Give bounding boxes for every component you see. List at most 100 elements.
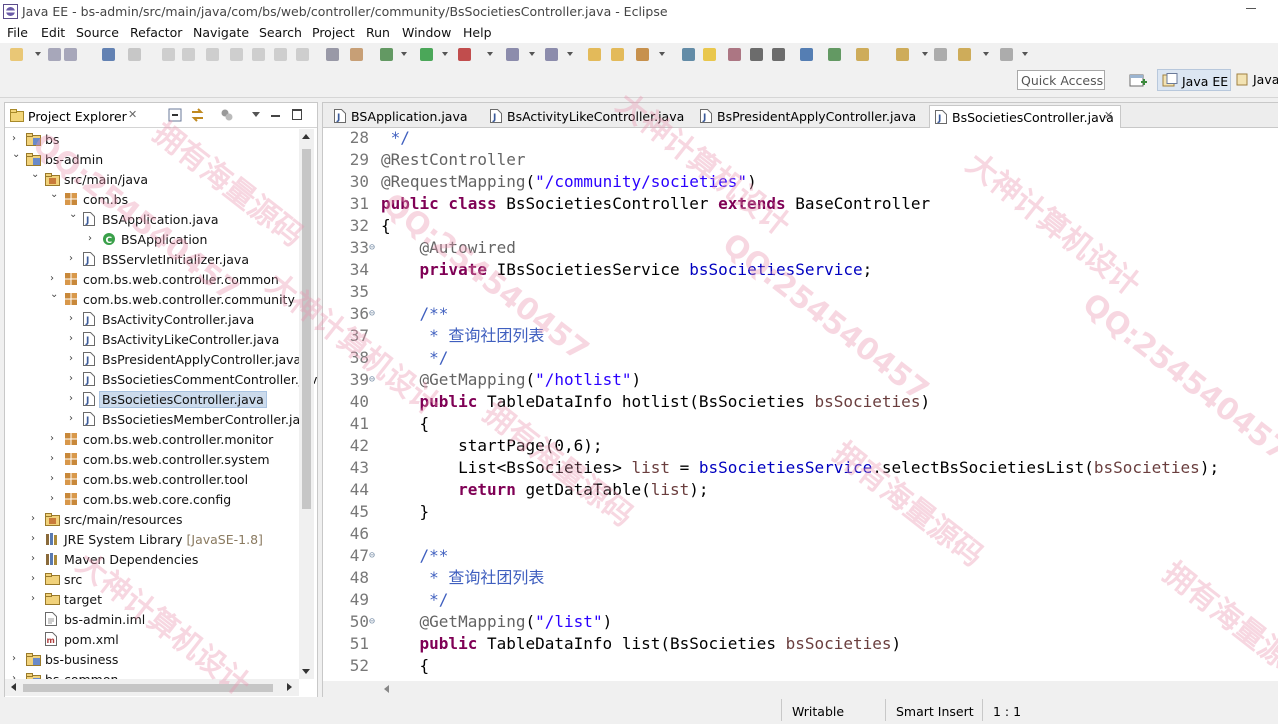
coverage-icon[interactable]: [458, 48, 471, 61]
editor-tab[interactable]: J BsPresidentApplyController.java: [695, 105, 921, 127]
chevron-right-icon[interactable]: ›: [88, 233, 92, 244]
tree-item[interactable]: › J BsActivityLikeController.java: [5, 329, 305, 349]
step-into-icon[interactable]: [252, 48, 265, 61]
tree-item[interactable]: › bs-business: [5, 649, 305, 669]
chevron-right-icon[interactable]: ›: [69, 313, 73, 324]
tree-item[interactable]: › target: [5, 589, 305, 609]
tree-item[interactable]: m pom.xml: [5, 629, 305, 649]
dropdown-arrow-icon[interactable]: [529, 52, 535, 56]
tree-item[interactable]: ⌄ com.bs.web.controller.community: [5, 289, 305, 309]
menu-project[interactable]: Project: [312, 25, 355, 40]
dropdown-arrow-icon[interactable]: [567, 52, 573, 56]
dropdown-arrow-icon[interactable]: [442, 52, 448, 56]
save-all-icon[interactable]: [64, 48, 77, 61]
suspend-icon[interactable]: [182, 48, 195, 61]
tree-item[interactable]: › src/main/resources: [5, 509, 305, 529]
chevron-down-icon[interactable]: ⌄: [69, 209, 77, 220]
forward-icon[interactable]: [1000, 48, 1013, 61]
minimize-view-icon[interactable]: [271, 115, 280, 117]
chevron-down-icon[interactable]: ⌄: [50, 189, 58, 200]
tree-item[interactable]: ⌄ J BSApplication.java: [5, 209, 305, 229]
tree-item[interactable]: › JRE System Library [JavaSE-1.8]: [5, 529, 305, 549]
menu-file[interactable]: File: [7, 25, 28, 40]
tree-item[interactable]: › com.bs.web.controller.tool: [5, 469, 305, 489]
tree-item[interactable]: › com.bs.web.core.config: [5, 489, 305, 509]
disconnect-icon[interactable]: [230, 48, 243, 61]
chevron-right-icon[interactable]: ›: [31, 593, 35, 604]
fold-toggle-icon[interactable]: ⊖: [369, 369, 375, 391]
debug-icon[interactable]: [380, 48, 393, 61]
terminal-icon[interactable]: [102, 48, 115, 61]
mark-occurrences-icon[interactable]: [703, 48, 716, 61]
editor-tab[interactable]: J BsActivityLikeController.java: [485, 105, 687, 127]
tree-item[interactable]: › J BsSocietiesController.java: [5, 389, 305, 409]
step-return-icon[interactable]: [296, 48, 309, 61]
editor-tab[interactable]: J BSApplication.java: [329, 105, 477, 127]
show-whitespace-icon[interactable]: [772, 48, 785, 61]
tree-item[interactable]: › com.bs.web.controller.common: [5, 269, 305, 289]
fold-toggle-icon[interactable]: ⊖: [369, 303, 375, 325]
back-history-icon[interactable]: [958, 48, 971, 61]
tree-item[interactable]: › J BSServletInitializer.java: [5, 249, 305, 269]
view-filter-icon[interactable]: [220, 108, 234, 122]
chevron-right-icon[interactable]: ›: [69, 333, 73, 344]
chevron-down-icon[interactable]: ⌄: [31, 169, 39, 180]
view-menu-icon[interactable]: [252, 112, 260, 117]
chevron-right-icon[interactable]: ›: [69, 393, 73, 404]
dropdown-arrow-icon[interactable]: [35, 52, 41, 56]
terminate-icon[interactable]: [206, 48, 219, 61]
chevron-right-icon[interactable]: ›: [50, 433, 54, 444]
chevron-right-icon[interactable]: ›: [12, 653, 16, 664]
dropdown-arrow-icon[interactable]: [922, 52, 928, 56]
editor-horizontal-scrollbar[interactable]: [323, 681, 1278, 697]
menu-navigate[interactable]: Navigate: [193, 25, 249, 40]
open-type-icon[interactable]: [588, 48, 601, 61]
tree-item[interactable]: ⌄ src/main/java: [5, 169, 305, 189]
explorer-horizontal-scrollbar[interactable]: [5, 679, 299, 696]
new-icon[interactable]: [10, 48, 23, 61]
tree-item[interactable]: › src: [5, 569, 305, 589]
code-area[interactable]: 28 */29 @RestController 30 @RequestMapping(…: [323, 127, 1278, 682]
chevron-right-icon[interactable]: ›: [69, 413, 73, 424]
chevron-right-icon[interactable]: ›: [50, 273, 54, 284]
menu-refactor[interactable]: Refactor: [130, 25, 182, 40]
tree-item[interactable]: › bs: [5, 129, 305, 149]
run-icon[interactable]: [420, 48, 433, 61]
tree-item[interactable]: ⌄ bs-admin: [5, 149, 305, 169]
tree-item[interactable]: › J BsSocietiesMemberController.jav: [5, 409, 308, 429]
collapse-all-icon[interactable]: [168, 108, 182, 122]
tree-item[interactable]: › J BsPresidentApplyController.java: [5, 349, 305, 369]
last-edit-icon[interactable]: [896, 48, 909, 61]
menu-source[interactable]: Source: [76, 25, 119, 40]
fold-toggle-icon[interactable]: ⊖: [369, 237, 375, 259]
next-annotation-icon[interactable]: [828, 48, 841, 61]
explorer-vertical-scrollbar[interactable]: [299, 129, 314, 679]
chevron-right-icon[interactable]: ›: [31, 513, 35, 524]
tree-item[interactable]: › J BsSocietiesCommentController.jav: [5, 369, 317, 389]
chevron-right-icon[interactable]: ›: [12, 133, 16, 144]
dropdown-arrow-icon[interactable]: [983, 52, 989, 56]
save-icon[interactable]: [48, 48, 61, 61]
chevron-right-icon[interactable]: ›: [50, 493, 54, 504]
dropdown-arrow-icon[interactable]: [1022, 52, 1028, 56]
chevron-down-icon[interactable]: ⌄: [12, 149, 20, 160]
word-wrap-icon[interactable]: [728, 48, 741, 61]
chevron-right-icon[interactable]: ›: [50, 473, 54, 484]
block-selection-icon[interactable]: [750, 48, 763, 61]
close-icon[interactable]: ✕: [128, 108, 137, 121]
tree-item[interactable]: › Maven Dependencies: [5, 549, 305, 569]
resume-icon[interactable]: [162, 48, 175, 61]
tree-item[interactable]: › com.bs.web.controller.monitor: [5, 429, 305, 449]
fold-toggle-icon[interactable]: ⊖: [369, 611, 375, 633]
menu-window[interactable]: Window: [402, 25, 451, 40]
dropdown-arrow-icon[interactable]: [487, 52, 493, 56]
chevron-right-icon[interactable]: ›: [31, 573, 35, 584]
new-java-project-icon[interactable]: [545, 48, 558, 61]
project-explorer-tab[interactable]: Project Explorer ✕: [6, 104, 146, 127]
perspective-java-ee-button[interactable]: Java EE: [1157, 69, 1231, 91]
tree-item[interactable]: bs-admin.iml: [5, 609, 305, 629]
prev-annotation-icon[interactable]: [856, 48, 869, 61]
chevron-down-icon[interactable]: ⌄: [50, 289, 58, 300]
use-step-filters-icon[interactable]: [326, 48, 339, 61]
tree-item[interactable]: ⌄ com.bs: [5, 189, 305, 209]
